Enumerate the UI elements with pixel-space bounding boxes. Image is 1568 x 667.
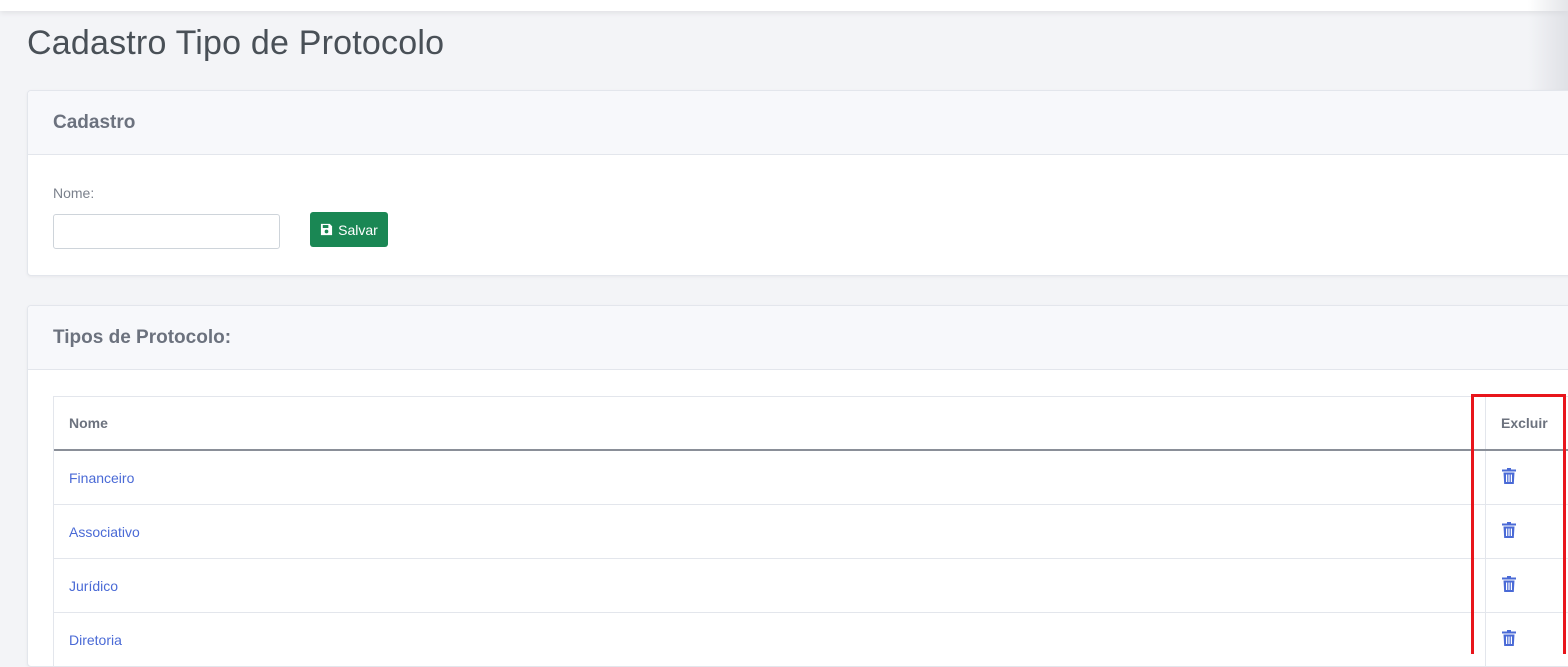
table-cell-nome: Diretoria (54, 613, 1486, 667)
table-row: Jurídico (54, 559, 1568, 613)
table-cell-nome: Financeiro (54, 450, 1486, 505)
trash-icon[interactable] (1502, 576, 1516, 595)
row-link-nome[interactable]: Financeiro (69, 470, 134, 486)
cadastro-card: Cadastro Nome: Salvar (27, 90, 1568, 276)
name-input[interactable] (53, 214, 280, 249)
table-cell-excluir (1486, 450, 1568, 505)
trash-icon[interactable] (1502, 522, 1516, 541)
table-header-row: Nome Excluir (54, 397, 1568, 450)
save-button-label: Salvar (338, 222, 378, 238)
save-button[interactable]: Salvar (310, 212, 388, 247)
tipos-card: Tipos de Protocolo: Nome Excluir Finance… (27, 305, 1568, 667)
table-cell-excluir (1486, 505, 1568, 559)
cadastro-card-title: Cadastro (53, 112, 135, 134)
row-link-nome[interactable]: Jurídico (69, 578, 118, 594)
table-row: Associativo (54, 505, 1568, 559)
column-header-nome[interactable]: Nome (54, 397, 1486, 450)
name-field-label: Nome: (53, 185, 94, 201)
table-row: Diretoria (54, 613, 1568, 667)
floppy-disk-icon (320, 223, 333, 236)
table-cell-nome: Associativo (54, 505, 1486, 559)
page-title: Cadastro Tipo de Protocolo (27, 24, 444, 63)
table-cell-excluir (1486, 613, 1568, 667)
tipos-table-wrapper: Nome Excluir Financeiro (53, 396, 1568, 667)
tipos-card-header: Tipos de Protocolo: (28, 306, 1568, 370)
column-header-excluir: Excluir (1486, 397, 1568, 450)
trash-icon[interactable] (1502, 630, 1516, 649)
tipos-table: Nome Excluir Financeiro (54, 397, 1568, 666)
tipos-card-title: Tipos de Protocolo: (53, 327, 231, 349)
trash-icon[interactable] (1502, 468, 1516, 487)
table-row: Financeiro (54, 450, 1568, 505)
row-link-nome[interactable]: Diretoria (69, 632, 122, 648)
top-navbar (0, 0, 1568, 11)
row-link-nome[interactable]: Associativo (69, 524, 140, 540)
table-cell-excluir (1486, 559, 1568, 613)
table-cell-nome: Jurídico (54, 559, 1486, 613)
cadastro-card-header: Cadastro (28, 91, 1568, 155)
top-right-shadow (1528, 0, 1568, 100)
